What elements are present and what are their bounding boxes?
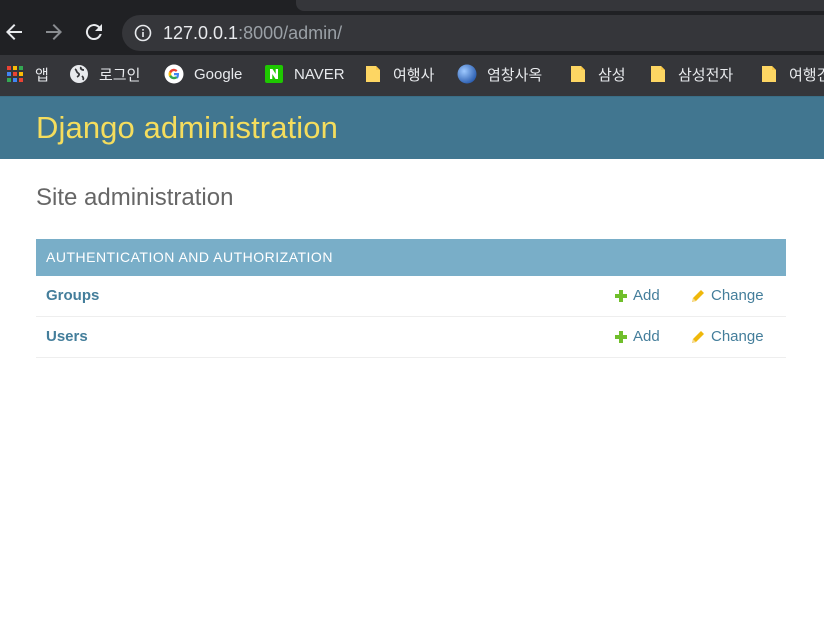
bookmark-label: 삼성 [598, 66, 626, 84]
change-label: Change [711, 287, 764, 304]
tab-strip [296, 0, 824, 11]
bookmark-label: 여행견 [789, 66, 824, 84]
site-brand-link[interactable]: Django administration [36, 110, 338, 146]
back-button[interactable] [2, 20, 28, 46]
add-groups-link[interactable]: Add [614, 287, 660, 304]
back-arrow-icon [6, 24, 22, 40]
apps-grid-icon [5, 64, 25, 84]
module-caption[interactable]: AUTHENTICATION AND AUTHORIZATION [36, 239, 786, 276]
reload-icon [85, 24, 102, 41]
pencil-icon [692, 290, 704, 302]
change-groups-link[interactable]: Change [691, 287, 764, 304]
folder-icon [363, 64, 383, 84]
bookmark-login[interactable]: 로그인 [69, 62, 140, 86]
change-label: Change [711, 328, 764, 345]
forward-button[interactable] [42, 20, 68, 46]
pencil-icon [692, 331, 704, 343]
globe-icon [69, 64, 89, 84]
plus-icon [615, 330, 627, 343]
url-host: 127.0.0.1 [163, 23, 239, 43]
bookmark-label: 삼성전자 [678, 66, 734, 84]
add-users-link[interactable]: Add [614, 328, 660, 345]
add-label: Add [633, 328, 660, 345]
change-users-link[interactable]: Change [691, 328, 764, 345]
naver-icon [264, 64, 284, 84]
page-title: Site administration [36, 184, 234, 211]
bookmark-apps[interactable]: 앱 [5, 62, 49, 86]
table-row: Users Add Change [36, 317, 786, 358]
folder-icon [759, 64, 779, 84]
globe-blue-icon [457, 64, 477, 84]
bookmark-folder-travel-2[interactable]: 여행견 [759, 62, 824, 86]
info-icon[interactable] [134, 24, 152, 42]
add-label: Add [633, 287, 660, 304]
bookmark-folder-travel[interactable]: 여행사 [363, 62, 434, 86]
table-row: Groups Add Change [36, 276, 786, 317]
bookmark-label: 염창사옥 [487, 66, 543, 84]
bookmark-yeomchang[interactable]: 염창사옥 [457, 62, 542, 86]
bookmark-label: 로그인 [99, 66, 141, 84]
model-link-users[interactable]: Users [46, 328, 88, 345]
model-link-groups[interactable]: Groups [46, 287, 99, 304]
bookmark-label: 앱 [35, 66, 49, 84]
forward-arrow-icon [46, 24, 62, 40]
bookmark-google[interactable]: Google [164, 62, 242, 86]
bookmark-folder-samsung-electronics[interactable]: 삼성전자 [648, 62, 733, 86]
google-icon [164, 64, 184, 84]
folder-icon [568, 64, 588, 84]
reload-button[interactable] [82, 20, 108, 46]
bookmark-label: NAVER [294, 65, 345, 83]
bookmark-folder-samsung[interactable]: 삼성 [568, 62, 626, 86]
bookmark-label: 여행사 [393, 66, 435, 84]
bookmark-label: Google [194, 65, 243, 83]
address-url[interactable]: 127.0.0.1:8000/admin/ [163, 22, 342, 44]
plus-icon [615, 289, 627, 302]
folder-icon [648, 64, 668, 84]
url-path: :8000/admin/ [238, 23, 343, 43]
bookmark-naver[interactable]: NAVER [264, 62, 345, 86]
app-module-auth: AUTHENTICATION AND AUTHORIZATION Groups … [36, 239, 786, 358]
